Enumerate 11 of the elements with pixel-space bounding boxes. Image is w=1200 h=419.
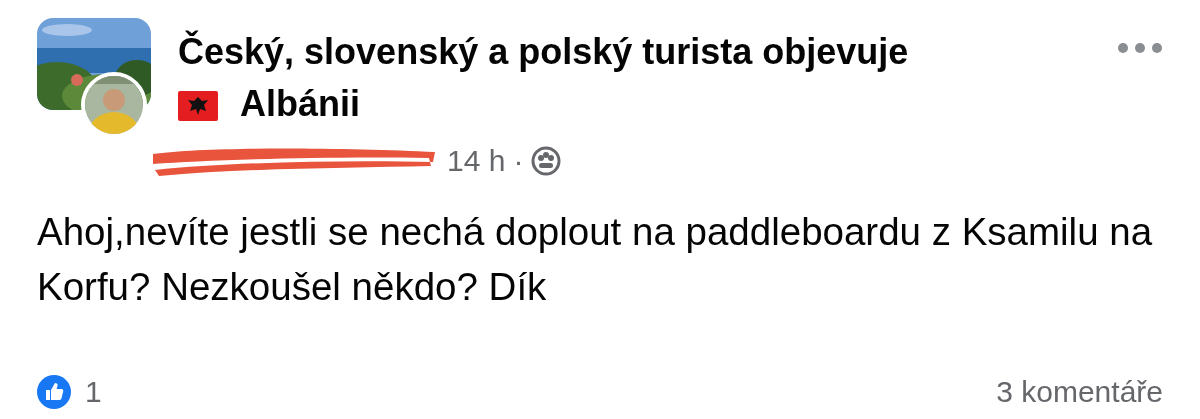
more-options-icon[interactable]	[1117, 42, 1163, 54]
post-text: Ahoj,nevíte jestli se nechá doplout na paddleboardu z Ksamilu na Korfu? Nezkoušel někdo? Dík	[37, 209, 1154, 310]
separator: ·	[513, 144, 524, 178]
group-members-icon	[531, 146, 562, 176]
comment-count[interactable]: 3 komentáře	[996, 375, 1163, 409]
albania-flag-icon	[178, 91, 218, 121]
like-count[interactable]: 1	[85, 375, 102, 409]
like-icon	[37, 375, 71, 409]
group-title[interactable]: Albánii	[240, 83, 360, 124]
post-time[interactable]: 14 h	[447, 144, 506, 178]
group-title[interactable]: Český, slovenský a polský turista objevuje	[178, 31, 909, 72]
